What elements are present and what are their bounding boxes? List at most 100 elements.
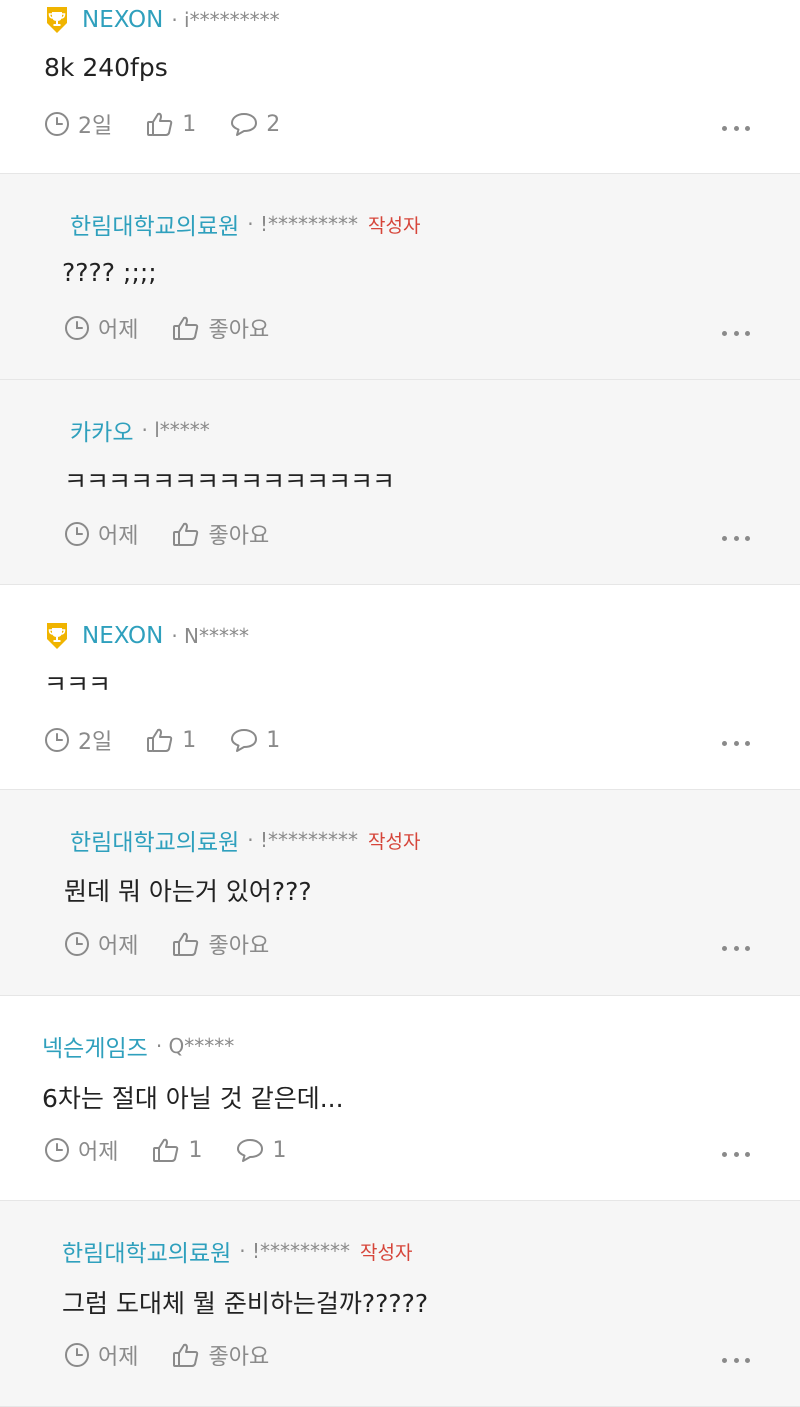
comment-text: ㅋㅋㅋㅋㅋㅋㅋㅋㅋㅋㅋㅋㅋㅋㅋ bbox=[64, 467, 395, 496]
comment-header: 카카오 · l***** bbox=[70, 413, 210, 447]
comment-text: ???? ;;;; bbox=[62, 258, 157, 287]
thumbs-up-icon bbox=[147, 728, 173, 752]
author-name[interactable]: 한림대학교의료원 bbox=[70, 207, 239, 241]
op-badge: 작성자 bbox=[360, 1241, 413, 1264]
comment-text: 8k 240fps bbox=[44, 53, 168, 82]
like-count: 1 bbox=[182, 727, 197, 753]
speech-bubble-icon bbox=[231, 113, 258, 136]
like-button[interactable]: 1 bbox=[146, 727, 196, 753]
thumbs-up-icon bbox=[153, 1138, 179, 1162]
reply-item: 한림대학교의료원 · !********* 작성자 뭔데 뭐 아는거 있어???… bbox=[0, 790, 800, 996]
comment-footer: 어제 좋아요 bbox=[64, 518, 303, 550]
reply-button[interactable]: 1 bbox=[230, 727, 280, 753]
comment-header: 한림대학교의료원 · !********* 작성자 bbox=[62, 1234, 413, 1268]
more-options-button[interactable] bbox=[722, 534, 750, 542]
clock-icon bbox=[45, 728, 69, 752]
author-masked-id: · !********* bbox=[247, 212, 359, 236]
comment-header: 한림대학교의료원 · !********* 작성자 bbox=[70, 823, 420, 857]
clock-icon bbox=[65, 522, 89, 546]
comment-header: NEXON · i********* bbox=[44, 5, 280, 35]
comment-footer: 2일 1 1 bbox=[44, 724, 314, 756]
more-options-button[interactable] bbox=[722, 1356, 750, 1364]
thumbs-up-icon bbox=[173, 932, 199, 956]
time-text: 어제 bbox=[98, 524, 139, 549]
author-name[interactable]: 카카오 bbox=[70, 413, 133, 447]
more-options-button[interactable] bbox=[722, 1150, 750, 1158]
time-text: 어제 bbox=[98, 934, 139, 959]
reply-count: 2 bbox=[266, 111, 281, 137]
speech-bubble-icon bbox=[237, 1139, 264, 1162]
comment-header: NEXON · N***** bbox=[44, 621, 249, 651]
comment-footer: 어제 좋아요 bbox=[64, 928, 303, 960]
comment-footer: 어제 좋아요 bbox=[64, 1339, 303, 1371]
comment-footer: 2일 1 2 bbox=[44, 108, 314, 140]
reply-button[interactable]: 1 bbox=[236, 1137, 286, 1163]
author-masked-id: · N***** bbox=[171, 624, 250, 648]
time-text: 2일 bbox=[78, 730, 113, 755]
comment-item: NEXON · N***** ㅋㅋㅋ 2일 1 1 bbox=[0, 585, 800, 790]
time-text: 2일 bbox=[78, 114, 113, 139]
time-stat: 어제 bbox=[44, 1134, 118, 1166]
more-options-button[interactable] bbox=[722, 124, 750, 132]
like-button[interactable]: 1 bbox=[146, 111, 196, 137]
clock-icon bbox=[45, 112, 69, 136]
author-masked-id: · i********* bbox=[171, 8, 280, 32]
author-name[interactable]: 한림대학교의료원 bbox=[62, 1234, 231, 1268]
time-stat: 2일 bbox=[44, 108, 112, 140]
thumbs-up-icon bbox=[173, 522, 199, 546]
comment-item: NEXON · i********* 8k 240fps 2일 1 2 bbox=[0, 0, 800, 174]
trophy-icon bbox=[47, 7, 67, 33]
like-button[interactable]: 좋아요 bbox=[172, 518, 269, 550]
comment-text: 그럼 도대체 뭘 준비하는걸까????? bbox=[62, 1289, 429, 1318]
like-button[interactable]: 좋아요 bbox=[172, 928, 269, 960]
like-button[interactable]: 좋아요 bbox=[172, 1339, 269, 1371]
like-button[interactable]: 1 bbox=[152, 1137, 202, 1163]
comment-footer: 어제 1 1 bbox=[44, 1134, 320, 1166]
author-masked-id: · l***** bbox=[141, 418, 210, 442]
comment-footer: 어제 좋아요 bbox=[64, 312, 303, 344]
reply-item: 한림대학교의료원 · !********* 작성자 ???? ;;;; 어제 좋… bbox=[0, 174, 800, 380]
more-options-button[interactable] bbox=[722, 329, 750, 337]
author-name[interactable]: 넥슨게임즈 bbox=[42, 1029, 148, 1063]
author-name[interactable]: NEXON bbox=[82, 623, 163, 649]
like-label: 좋아요 bbox=[208, 318, 270, 343]
author-name[interactable]: NEXON bbox=[82, 7, 163, 33]
comment-header: 한림대학교의료원 · !********* 작성자 bbox=[70, 207, 421, 241]
op-badge: 작성자 bbox=[368, 214, 421, 237]
time-stat: 2일 bbox=[44, 724, 112, 756]
time-text: 어제 bbox=[98, 1345, 139, 1370]
reply-item: 한림대학교의료원 · !********* 작성자 그럼 도대체 뭘 준비하는걸… bbox=[0, 1201, 800, 1407]
like-button[interactable]: 좋아요 bbox=[172, 312, 269, 344]
clock-icon bbox=[65, 316, 89, 340]
author-masked-id: · !********* bbox=[239, 1239, 351, 1263]
more-options-button[interactable] bbox=[722, 739, 750, 747]
author-masked-id: · Q***** bbox=[155, 1034, 235, 1058]
time-text: 어제 bbox=[98, 318, 139, 343]
clock-icon bbox=[65, 932, 89, 956]
author-name[interactable]: 한림대학교의료원 bbox=[70, 823, 239, 857]
clock-icon bbox=[45, 1138, 69, 1162]
comment-text: ㅋㅋㅋ bbox=[44, 670, 111, 699]
author-masked-id: · !********* bbox=[247, 828, 359, 852]
trophy-icon bbox=[47, 623, 67, 649]
reply-button[interactable]: 2 bbox=[230, 111, 280, 137]
like-label: 좋아요 bbox=[208, 1345, 270, 1370]
like-count: 1 bbox=[182, 111, 197, 137]
like-label: 좋아요 bbox=[208, 524, 270, 549]
reply-count: 1 bbox=[266, 727, 281, 753]
speech-bubble-icon bbox=[231, 729, 258, 752]
time-text: 어제 bbox=[78, 1140, 119, 1165]
like-count: 1 bbox=[188, 1137, 203, 1163]
thumbs-up-icon bbox=[173, 316, 199, 340]
reply-count: 1 bbox=[272, 1137, 287, 1163]
comment-item: 넥슨게임즈 · Q***** 6차는 절대 아닐 것 같은데... 어제 1 1 bbox=[0, 996, 800, 1201]
time-stat: 어제 bbox=[64, 518, 138, 550]
time-stat: 어제 bbox=[64, 1339, 138, 1371]
thumbs-up-icon bbox=[173, 1343, 199, 1367]
like-label: 좋아요 bbox=[208, 934, 270, 959]
comment-text: 뭔데 뭐 아는거 있어??? bbox=[64, 877, 312, 906]
comment-text: 6차는 절대 아닐 것 같은데... bbox=[42, 1084, 344, 1113]
more-options-button[interactable] bbox=[722, 944, 750, 952]
time-stat: 어제 bbox=[64, 928, 138, 960]
time-stat: 어제 bbox=[64, 312, 138, 344]
